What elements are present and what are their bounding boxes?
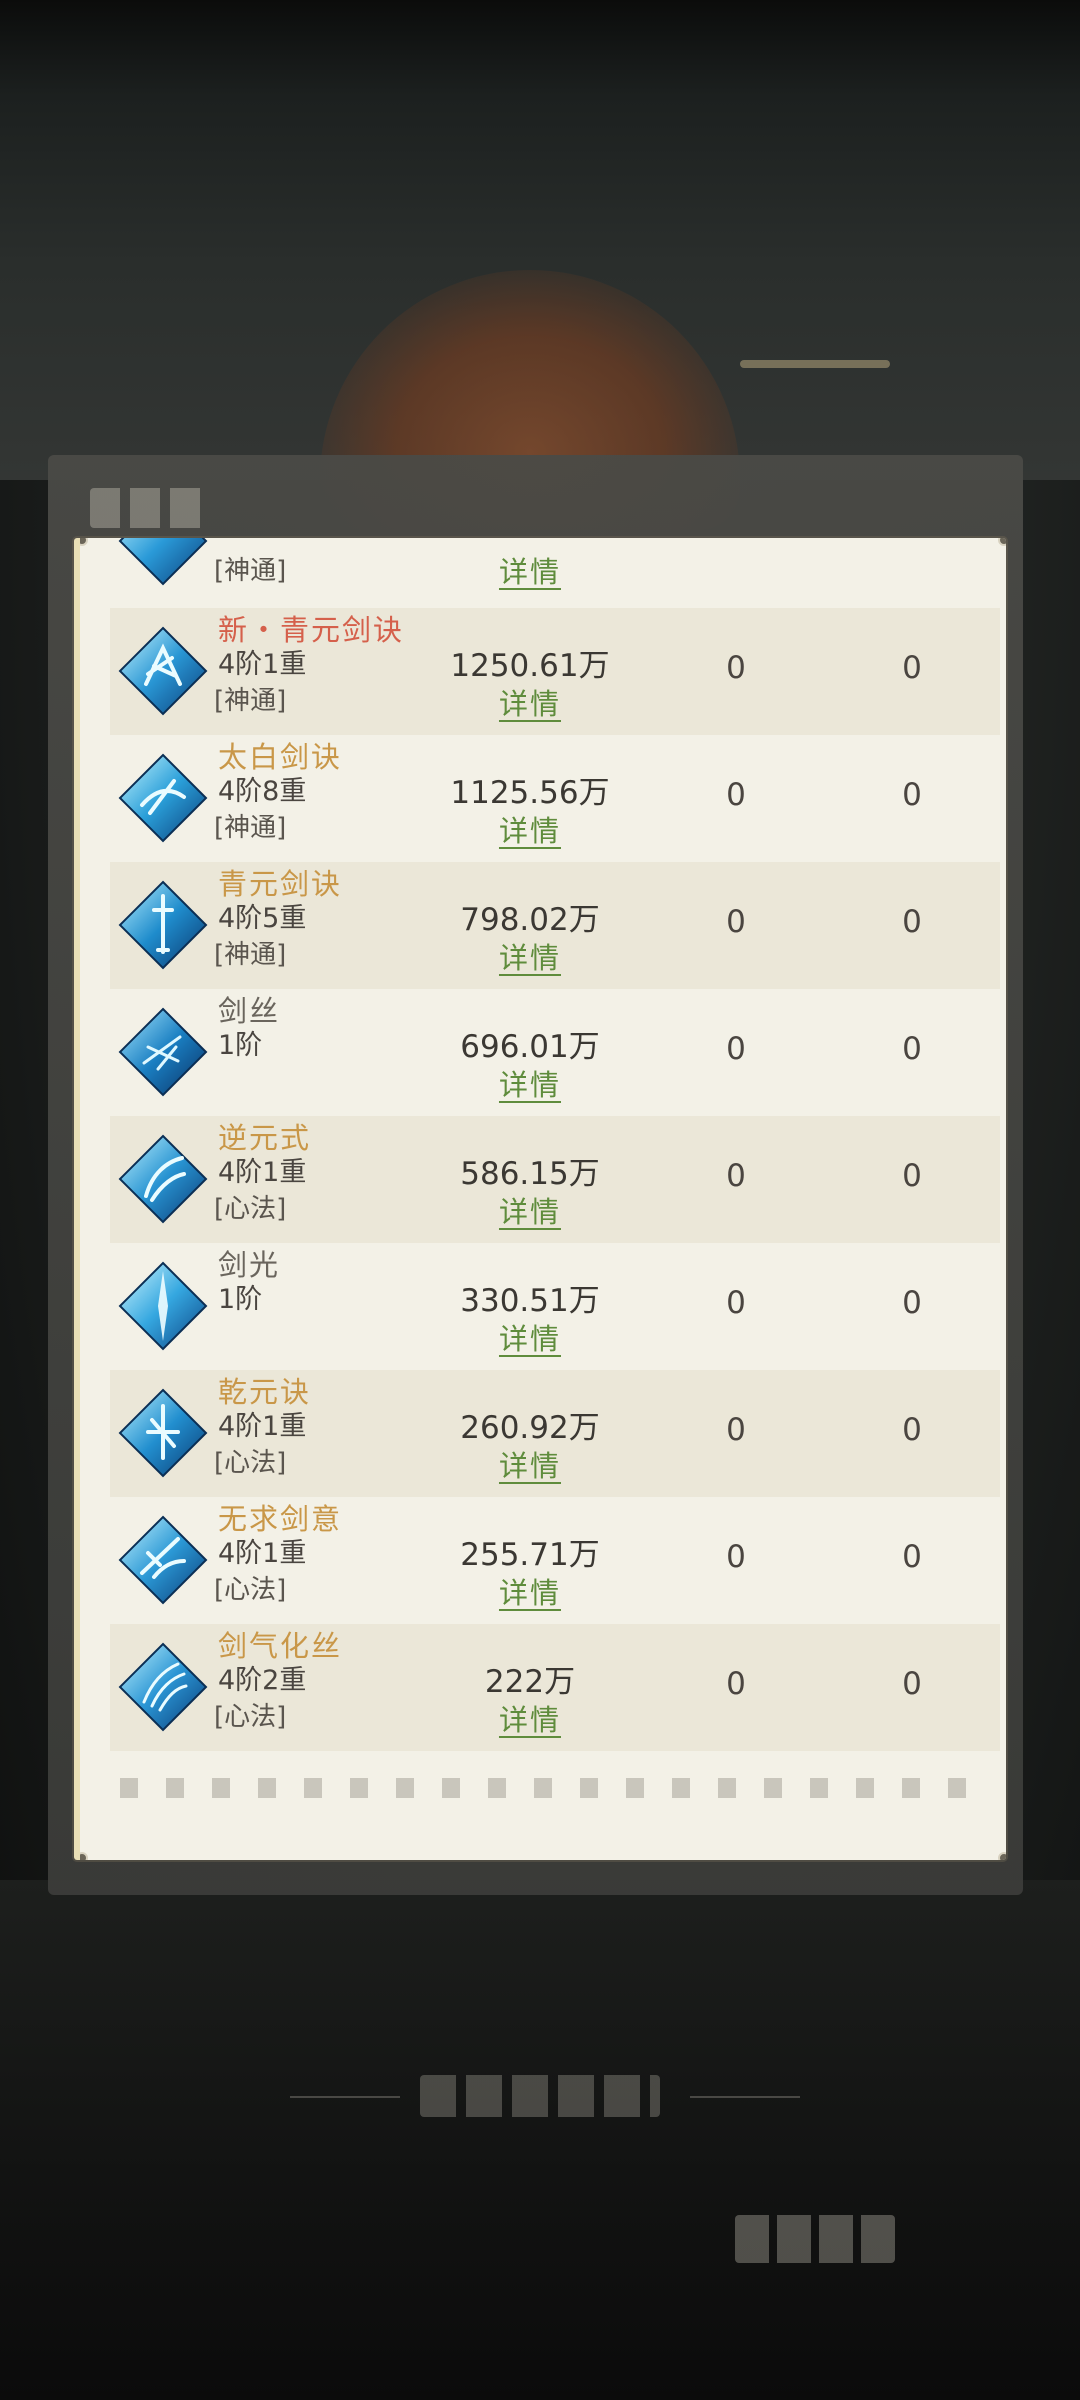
stat-col-1: 0	[726, 1666, 746, 1702]
stat-col-1: 0	[726, 904, 746, 940]
skill-name: 剑气化丝	[218, 1629, 343, 1663]
skill-type: [神通]	[214, 940, 287, 970]
skill-icon	[118, 538, 208, 586]
skill-name: 剑丝	[218, 994, 281, 1028]
stat-col-2: 0	[902, 1539, 922, 1575]
skill-row: 乾元诀 4阶1重 [心法] 260.92万 详情 0 0	[110, 1370, 1000, 1497]
skill-type: [神通]	[214, 813, 287, 843]
stat-col-2: 0	[902, 1031, 922, 1067]
detail-link[interactable]: 详情	[440, 686, 620, 722]
skill-icon	[118, 1642, 208, 1732]
detail-link[interactable]: 详情	[440, 1702, 620, 1738]
stat-col-1: 0	[726, 1539, 746, 1575]
detail-link[interactable]: 详情	[440, 813, 620, 849]
detail-link[interactable]: 详情	[440, 554, 620, 590]
skill-icon	[118, 1515, 208, 1605]
skill-tier: 1阶	[218, 1030, 263, 1061]
skill-type: [神通]	[214, 686, 287, 716]
skill-tier: 4阶1重	[218, 1157, 307, 1188]
skill-icon	[118, 1134, 208, 1224]
skill-row: 青元剑诀 4阶5重 [神通] 798.02万 详情 0 0	[110, 862, 1000, 989]
detail-link[interactable]: 详情	[440, 1067, 620, 1103]
skill-row: 剑丝 1阶 696.01万 详情 0 0	[110, 989, 1000, 1116]
stat-col-2: 0	[902, 777, 922, 813]
damage-stats-panel: [神通] 详情 新・青元剑诀 4阶1重 [神通] 1250.61万 详情 0 0…	[74, 538, 1006, 1860]
stat-col-2: 0	[902, 1412, 922, 1448]
dialog-title-blurred	[90, 488, 210, 528]
background-divider-left	[290, 2096, 400, 2098]
skill-tier: 4阶5重	[218, 903, 307, 934]
skill-tier: 4阶1重	[218, 1411, 307, 1442]
skill-row: 无求剑意 4阶1重 [心法] 255.71万 详情 0 0	[110, 1497, 1000, 1624]
footer-text-cut-off	[120, 1778, 990, 1798]
skill-icon	[118, 1261, 208, 1351]
detail-link[interactable]: 详情	[440, 1321, 620, 1357]
damage-value: 1250.61万	[450, 648, 610, 684]
background-button-blurred	[735, 2215, 895, 2263]
damage-value: 255.71万	[460, 1537, 600, 1573]
skill-icon	[118, 1388, 208, 1478]
skill-type: [心法]	[214, 1702, 287, 1732]
skill-row: 剑气化丝 4阶2重 [心法] 222万 详情 0 0	[110, 1624, 1000, 1751]
corner-ornament	[80, 1852, 88, 1860]
skill-name: 乾元诀	[218, 1375, 312, 1409]
background-emblem-line	[740, 360, 890, 368]
detail-link[interactable]: 详情	[440, 1448, 620, 1484]
skill-tier: 4阶2重	[218, 1665, 307, 1696]
damage-value: 798.02万	[460, 902, 600, 938]
skill-tier: 1阶	[218, 1284, 263, 1315]
damage-value: 260.92万	[460, 1410, 600, 1446]
background-divider-right	[690, 2096, 800, 2098]
skill-tier: 4阶1重	[218, 649, 307, 680]
skill-icon	[118, 1007, 208, 1097]
stat-col-2: 0	[902, 1158, 922, 1194]
damage-value: 1125.56万	[450, 775, 610, 811]
skill-row: 新・青元剑诀 4阶1重 [神通] 1250.61万 详情 0 0	[110, 608, 1000, 735]
skill-name: 青元剑诀	[218, 867, 343, 901]
skill-icon	[118, 626, 208, 716]
skill-name: 逆元式	[218, 1121, 312, 1155]
corner-ornament	[80, 538, 88, 546]
skill-name: 新・青元剑诀	[218, 613, 405, 647]
background-caption-blurred	[420, 2075, 660, 2117]
background-bottom	[0, 1880, 1080, 2400]
skill-type: [心法]	[214, 1575, 287, 1605]
detail-link[interactable]: 详情	[440, 940, 620, 976]
damage-value: 586.15万	[460, 1156, 600, 1192]
skill-type: [心法]	[214, 1448, 287, 1478]
skill-row: 太白剑诀 4阶8重 [神通] 1125.56万 详情 0 0	[110, 735, 1000, 862]
stat-col-1: 0	[726, 1158, 746, 1194]
skill-tier: 4阶1重	[218, 1538, 307, 1569]
stat-col-2: 0	[902, 904, 922, 940]
skill-row: [神通] 详情	[110, 538, 1000, 608]
damage-value: 696.01万	[460, 1029, 600, 1065]
stat-col-1: 0	[726, 650, 746, 686]
stat-col-1: 0	[726, 1285, 746, 1321]
detail-link[interactable]: 详情	[440, 1194, 620, 1230]
corner-ornament	[998, 1852, 1006, 1860]
stat-col-1: 0	[726, 777, 746, 813]
detail-link[interactable]: 详情	[440, 1575, 620, 1611]
skill-list[interactable]: [神通] 详情 新・青元剑诀 4阶1重 [神通] 1250.61万 详情 0 0…	[110, 538, 1000, 1760]
skill-name: 无求剑意	[218, 1502, 343, 1536]
skill-row: 逆元式 4阶1重 [心法] 586.15万 详情 0 0	[110, 1116, 1000, 1243]
skill-icon	[118, 753, 208, 843]
skill-row: 剑光 1阶 330.51万 详情 0 0	[110, 1243, 1000, 1370]
stat-col-2: 0	[902, 1666, 922, 1702]
skill-icon	[118, 880, 208, 970]
skill-type: [神通]	[214, 556, 287, 586]
damage-value: 330.51万	[460, 1283, 600, 1319]
damage-value: 222万	[484, 1664, 576, 1700]
skill-name: 太白剑诀	[218, 740, 343, 774]
skill-name: 剑光	[218, 1248, 281, 1282]
stat-col-2: 0	[902, 1285, 922, 1321]
stat-col-1: 0	[726, 1031, 746, 1067]
stat-col-2: 0	[902, 650, 922, 686]
skill-tier: 4阶8重	[218, 776, 307, 807]
skill-type: [心法]	[214, 1194, 287, 1224]
stat-col-1: 0	[726, 1412, 746, 1448]
